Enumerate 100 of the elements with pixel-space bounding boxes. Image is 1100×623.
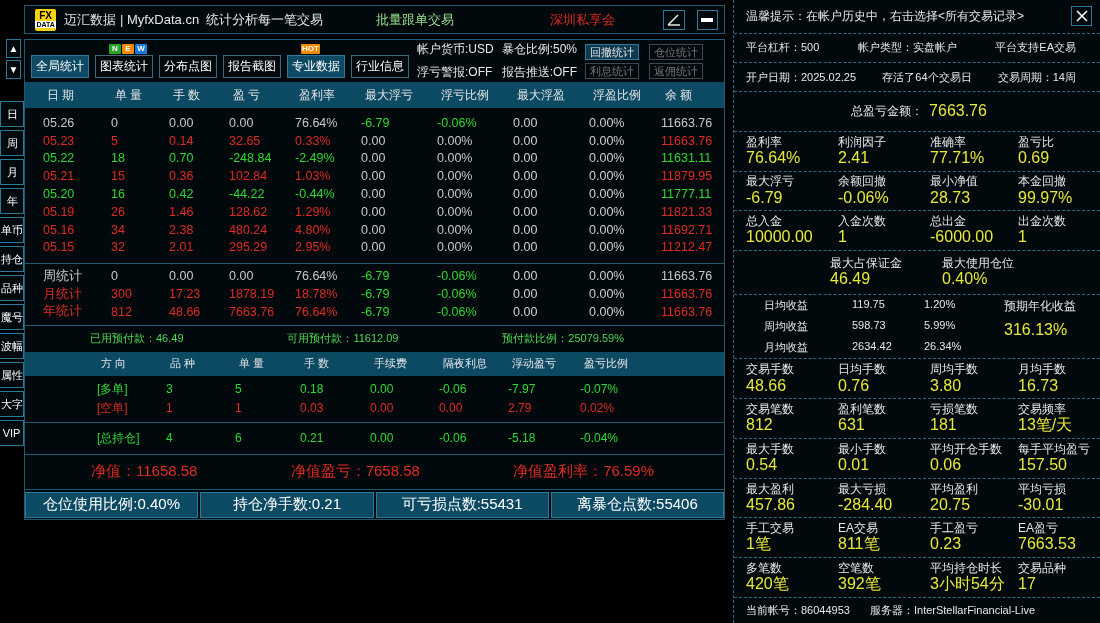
toolbar-button[interactable]: 行业信息 (351, 55, 409, 78)
table-cell-text: -0.06% (437, 115, 478, 130)
metric-label: 最大占保证金 (830, 256, 903, 271)
table-cell-text: 0.33% (295, 133, 332, 148)
column-header: 最大浮亏 (364, 86, 414, 104)
metric-label: 平均亏损 (1018, 482, 1067, 496)
side-tab[interactable]: 日 (0, 101, 24, 127)
metric-value: 420笔 (746, 575, 790, 593)
side-tab[interactable]: 月 (0, 159, 24, 185)
header-label: 深圳私享会 (549, 10, 616, 29)
table-cell-text: [总持仓] (97, 429, 141, 447)
table-cell-text: 0.00 (513, 204, 539, 219)
metric-label: EA交易 (838, 522, 879, 536)
table-cell-text: 0.00% (589, 222, 626, 237)
metric-label: 出金次数 (1018, 215, 1067, 229)
resize-button[interactable] (663, 9, 685, 30)
table-cell-text: 0.00 (169, 269, 195, 284)
minimize-button[interactable] (696, 9, 718, 30)
close-icon (1075, 10, 1088, 23)
column-header: 方 向 (100, 356, 128, 372)
metric-label: 盈亏比 (1018, 135, 1055, 149)
side-tab[interactable]: VIP (0, 420, 24, 446)
account-info: 报告推送:OFF (501, 64, 578, 81)
metric-label: 总出金 (930, 215, 967, 229)
table-cell-text: 0.00% (589, 269, 626, 284)
column-header: 盈亏比例 (583, 356, 629, 372)
toolbar-button[interactable]: 全局统计 (31, 55, 89, 78)
table-cell-text: 0.00% (437, 151, 474, 166)
side-tab[interactable]: 持仓 (0, 246, 24, 272)
table-cell-text: 05.22 (43, 151, 76, 166)
table-cell-text: 2.38 (169, 222, 195, 237)
table-cell-text: 0.00 (361, 187, 387, 202)
table-cell-text: 0.00% (589, 133, 626, 148)
badge-letter: W (135, 44, 147, 54)
table-cell-text: 0.00 (229, 269, 255, 284)
stat-button[interactable]: 可亏损点数:55431 (375, 491, 549, 518)
stat-button[interactable]: 持仓净手数:0.21 (200, 491, 374, 518)
table-cell-text: 05.16 (43, 222, 76, 237)
table-cell-text: 0.00 (370, 401, 395, 416)
metric-value: 7663.53 (1018, 535, 1077, 554)
metric-value: 28.73 (930, 188, 972, 207)
table-cell-text: 0.00 (169, 115, 195, 130)
table-cell-text: 0.02% (580, 401, 616, 416)
toolbar-button[interactable]: 图表统计 (95, 55, 153, 78)
scroll-button[interactable]: ▲ (6, 39, 21, 58)
metric-label: 手工交易 (746, 522, 795, 536)
side-tab[interactable]: 魔号 (0, 304, 24, 330)
column-header: 单 量 (238, 356, 266, 372)
side-tab[interactable]: 周 (0, 130, 24, 156)
table-cell-text: 0.00 (513, 133, 539, 148)
metric-value: -6000.00 (930, 228, 995, 246)
metric-value: 392笔 (838, 575, 882, 593)
toolbar-button[interactable]: 分布点图 (159, 55, 217, 78)
toolbar-button[interactable]: 专业数据 (287, 55, 345, 78)
toolbar-button[interactable]: 报告截图 (223, 55, 281, 78)
side-tab[interactable]: 大字 (0, 391, 24, 417)
table-cell-text: 11879.95 (661, 169, 714, 184)
table-cell-text: 0.00 (370, 431, 395, 446)
scroll-button[interactable]: ▼ (6, 60, 21, 79)
table-cell-text: 7663.76 (229, 304, 276, 319)
metric-value: 316.13% (1004, 321, 1069, 339)
table-cell-text: 3 (166, 382, 174, 397)
table-cell-text: 0.18 (300, 382, 325, 397)
side-tab[interactable]: 品种 (0, 275, 24, 301)
metric-label: 月均手数 (1018, 363, 1067, 377)
metric-label: 周均手数 (930, 363, 979, 377)
stat-button[interactable]: 回撤统计 (585, 43, 640, 60)
close-button[interactable] (1071, 6, 1092, 27)
table-cell-text: 26 (111, 204, 126, 219)
account-info: 浮亏警报:OFF (417, 64, 494, 81)
table-cell-text: 0.00% (589, 240, 626, 255)
side-tab[interactable]: 波幅 (0, 333, 24, 359)
column-header: 单 量 (114, 86, 144, 104)
table-cell-text: 1.03% (295, 169, 332, 184)
table-cell-text: 11631.11 (661, 151, 713, 166)
table-cell-text: 0.00% (437, 187, 474, 202)
metric-label: 准确率 (930, 135, 967, 149)
metric-value: 26.34% (924, 340, 963, 354)
badge-letter: HOT (301, 44, 320, 54)
side-tab[interactable]: 年 (0, 188, 24, 214)
table-cell-text: 480.24 (229, 222, 269, 237)
table-cell-text: 05.21 (43, 169, 76, 184)
table-cell-text: 05.26 (43, 115, 76, 130)
table-cell-text: 11212.47 (661, 240, 714, 255)
table-cell-text: 0.14 (169, 133, 195, 148)
minimize-icon (701, 17, 714, 22)
table-cell-text: 11821.33 (661, 204, 714, 219)
stat-button[interactable]: 离暴仓点数:55406 (550, 491, 724, 518)
table-cell-text: 11777.11 (661, 187, 713, 202)
stat-button[interactable]: 仓位使用比例:0.40% (25, 491, 199, 518)
table-cell-text: 0.00% (589, 204, 626, 219)
metric-label: 总入金 (746, 215, 783, 229)
table-cell-text: 76.64% (295, 269, 339, 284)
table-cell-text: 0.00% (589, 287, 626, 302)
table-cell-text: 4 (166, 431, 174, 446)
side-tab[interactable]: 单币 (0, 217, 24, 243)
side-tab[interactable]: 属性 (0, 362, 24, 388)
metric-value: 13笔/天 (1018, 416, 1074, 434)
metric-label: 最小净值 (930, 175, 979, 189)
metric-value: 811笔 (838, 535, 881, 554)
